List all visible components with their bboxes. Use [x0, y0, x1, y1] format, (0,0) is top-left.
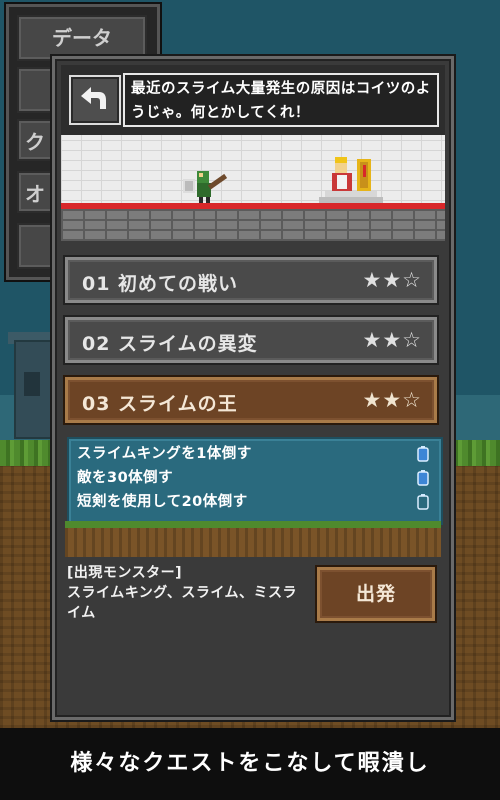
- condition-text: スライムキングを1体倒す: [77, 446, 252, 462]
- filled-medal-icon: [417, 470, 429, 486]
- background-house-window: [24, 372, 40, 396]
- king-on-throne-icon: [319, 157, 383, 205]
- monster-title: [出現モンスター]: [67, 565, 183, 581]
- hero-character-icon: [183, 171, 228, 205]
- quest-label: 03 スライムの王: [82, 393, 238, 415]
- quest-panel: 最近のスライム大量発生の原因はコイツのようじゃ。何とかしてくれ！ 01 初めての…: [52, 56, 454, 720]
- back-button[interactable]: [69, 75, 121, 125]
- quest-item-02[interactable]: 02 スライムの異変 ★★☆: [65, 317, 437, 363]
- quest-label: 01 初めての戦い: [82, 273, 239, 295]
- scene-brick-floor: [61, 209, 445, 241]
- quest-header: 最近のスライム大量発生の原因はコイツのようじゃ。何とかしてくれ！: [61, 65, 445, 241]
- condition-text: 敵を30体倒す: [77, 470, 174, 486]
- quest-item-03[interactable]: 03 スライムの王 ★★☆: [65, 377, 437, 423]
- speech-bubble: 最近のスライム大量発生の原因はコイツのようじゃ。何とかしてくれ！: [123, 73, 439, 127]
- difficulty-stars: ★★☆: [362, 328, 422, 352]
- monster-list: スライムキング、スライム、ミスライム: [67, 585, 298, 621]
- depart-button[interactable]: 出発: [317, 567, 435, 621]
- filled-medal-icon: [417, 446, 429, 462]
- difficulty-stars: ★★☆: [362, 268, 422, 292]
- quest-conditions: スライムキングを1体倒す 敵を30体倒す 短剣を使用して20体倒す: [67, 437, 443, 525]
- caption-bar: 様々なクエストをこなして暇潰し: [0, 728, 500, 800]
- caption-text: 様々なクエストをこなして暇潰し: [70, 751, 430, 776]
- empty-medal-icon: [417, 494, 429, 510]
- decorative-ground-strip: [65, 521, 441, 557]
- monster-info: [出現モンスター] スライムキング、スライム、ミスライム: [67, 563, 307, 623]
- quest-item-01[interactable]: 01 初めての戦い ★★☆: [65, 257, 437, 303]
- condition-text: 短剣を使用して20体倒す: [77, 494, 248, 510]
- back-arrow-icon: [81, 87, 106, 109]
- difficulty-stars: ★★☆: [362, 388, 422, 412]
- story-scene: [61, 135, 445, 241]
- quest-label: 02 スライムの異変: [82, 333, 258, 355]
- side-menu-data-button[interactable]: データ: [17, 15, 147, 61]
